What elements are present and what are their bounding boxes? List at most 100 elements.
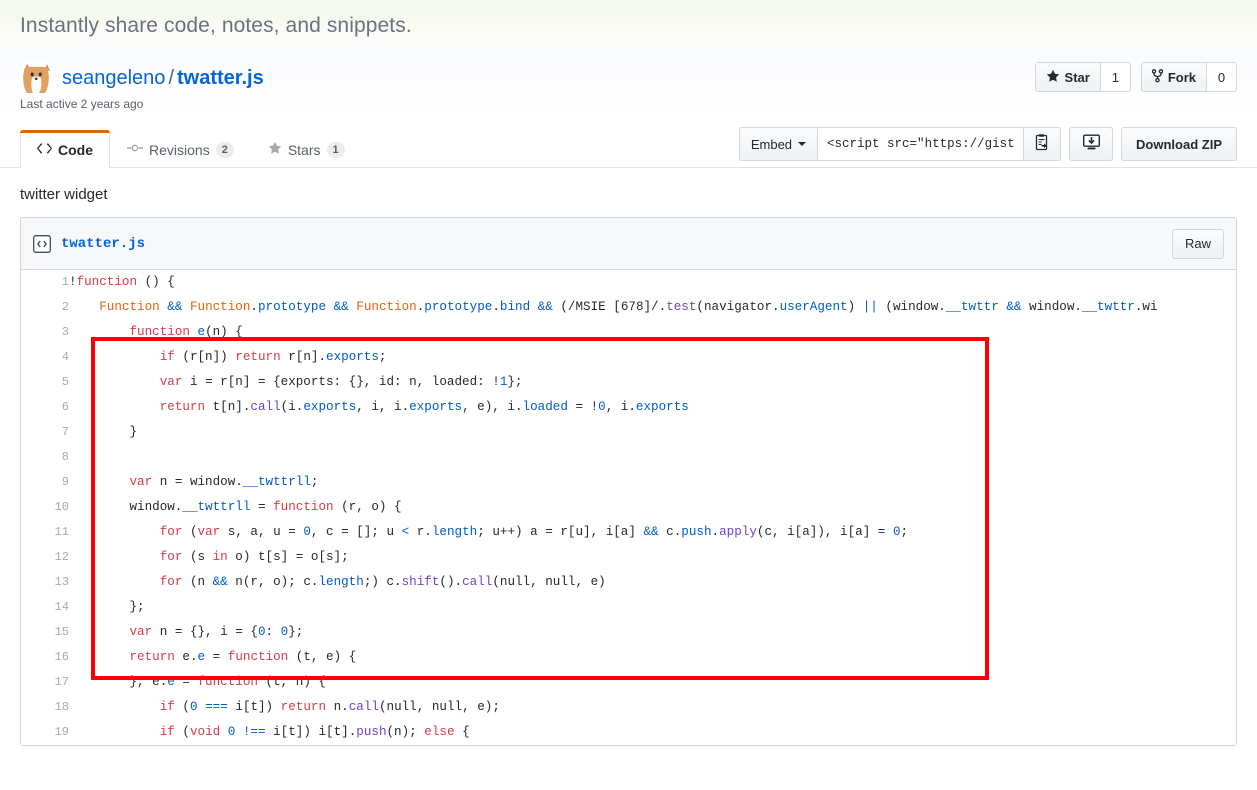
code-token: return	[280, 700, 327, 714]
code-token: 0	[598, 400, 606, 414]
code-token: &&	[1006, 300, 1022, 314]
code-token: __twttr	[1081, 300, 1135, 314]
code-token: 0	[303, 525, 311, 539]
code-token: ;	[378, 350, 387, 364]
star-button-group: Star 1	[1034, 62, 1131, 92]
code-token: else	[424, 725, 455, 739]
line-content: return t[n].call(i.exports, i, i.exports…	[69, 395, 1236, 420]
code-token: };	[507, 375, 523, 389]
code-token: =	[174, 675, 198, 689]
hero-banner: Instantly share code, notes, and snippet…	[0, 0, 1257, 52]
file-name[interactable]: twatter.js	[61, 236, 145, 252]
last-active-text: Last active 2 years ago	[20, 97, 144, 111]
code-token: o) t[s] = o[s];	[227, 550, 349, 564]
code-token: function	[76, 275, 138, 289]
tab-revisions[interactable]: Revisions 2	[110, 130, 251, 168]
code-token: (	[174, 725, 190, 739]
code-token: void	[189, 725, 221, 739]
code-line: 3 function e(n) {	[21, 320, 1236, 345]
file-actions: Raw	[1171, 228, 1224, 259]
copy-embed-button[interactable]	[1023, 127, 1062, 161]
tab-code[interactable]: Code	[20, 130, 110, 168]
code-token: for	[159, 525, 183, 539]
code-token: ;) c.	[363, 575, 402, 589]
line-number: 18	[21, 695, 69, 720]
code-token: Function	[99, 300, 160, 314]
code-token: userAgent	[779, 300, 848, 314]
code-token: , c = []; u	[310, 525, 402, 539]
code-token: return	[129, 650, 175, 664]
code-token: (null, null, e);	[378, 700, 500, 714]
code-token: )	[847, 300, 863, 314]
code-line: 9 var n = window.__twttrll;	[21, 470, 1236, 495]
code-token: (window.	[877, 300, 946, 314]
code-line: 4 if (r[n]) return r[n].exports;	[21, 345, 1236, 370]
code-token: __twttrll	[242, 475, 311, 489]
code-token: (navigator.	[696, 300, 780, 314]
download-zip-button[interactable]: Download ZIP	[1121, 127, 1237, 161]
code-token: };	[69, 600, 145, 614]
tab-revisions-count: 2	[215, 141, 234, 158]
line-number: 6	[21, 395, 69, 420]
gist-owner-link[interactable]: seangeleno	[62, 67, 165, 89]
code-token: n.	[326, 700, 349, 714]
code-line: 13 for (n && n(r, o); c.length;) c.shift…	[21, 570, 1236, 595]
line-content: return e.e = function (t, e) {	[69, 645, 1236, 670]
embed-select-button[interactable]: Embed	[738, 127, 819, 161]
code-line: 12 for (s in o) t[s] = o[s];	[21, 545, 1236, 570]
line-number: 12	[21, 545, 69, 570]
code-token: }, e.	[69, 675, 168, 689]
raw-button[interactable]: Raw	[1171, 228, 1224, 259]
line-content: for (var s, a, u = 0, c = []; u < r.leng…	[69, 520, 1236, 545]
tab-list: Code Revisions 2 Stars 1	[20, 130, 362, 168]
tab-stars[interactable]: Stars 1	[251, 130, 362, 168]
code-token: (n) {	[205, 325, 243, 339]
code-token: :	[265, 625, 281, 639]
code-token: var	[159, 375, 183, 389]
code-token: function	[227, 650, 289, 664]
code-token: (t, e) {	[288, 650, 357, 664]
avatar[interactable]	[20, 62, 52, 94]
line-content: var n = window.__twttrll;	[69, 470, 1236, 495]
code-token: if	[159, 700, 175, 714]
code-token: () {	[137, 275, 175, 289]
code-token: e	[197, 650, 206, 664]
line-content: window.__twttrll = function (r, o) {	[69, 495, 1236, 520]
star-count[interactable]: 1	[1100, 62, 1131, 92]
download-desktop-button[interactable]	[1069, 127, 1114, 161]
code-body: 1 !function () {2 Function && Function.pr…	[21, 270, 1236, 745]
line-number: 5	[21, 370, 69, 395]
fork-count[interactable]: 0	[1207, 62, 1237, 92]
line-number: 16	[21, 645, 69, 670]
code-token: n(r, o); c.	[227, 575, 319, 589]
code-token: !==	[242, 725, 266, 739]
code-token: Function	[356, 300, 417, 314]
code-token: .	[711, 525, 720, 539]
code-token: (n);	[386, 725, 425, 739]
gist-name-link[interactable]: twatter.js	[177, 67, 264, 89]
code-token: push	[356, 725, 387, 739]
code-token: prototype	[257, 300, 327, 314]
social-actions: Star 1 Fork 0	[1034, 62, 1237, 92]
chevron-down-icon	[798, 142, 807, 146]
star-button[interactable]: Star	[1034, 62, 1101, 92]
code-token: function	[129, 325, 190, 339]
embed-url-input[interactable]	[818, 127, 1024, 161]
code-viewer[interactable]: 1 !function () {2 Function && Function.pr…	[21, 270, 1236, 745]
line-number: 19	[21, 720, 69, 745]
code-token: , i, i.	[356, 400, 410, 414]
line-number: 11	[21, 520, 69, 545]
code-line: 17 }, e.e = function (t, n) {	[21, 670, 1236, 695]
code-table: 1 !function () {2 Function && Function.pr…	[21, 270, 1236, 745]
code-token: function	[197, 675, 258, 689]
fork-button[interactable]: Fork	[1140, 62, 1207, 92]
git-commit-icon	[127, 141, 143, 158]
code-token: bind	[499, 300, 531, 314]
